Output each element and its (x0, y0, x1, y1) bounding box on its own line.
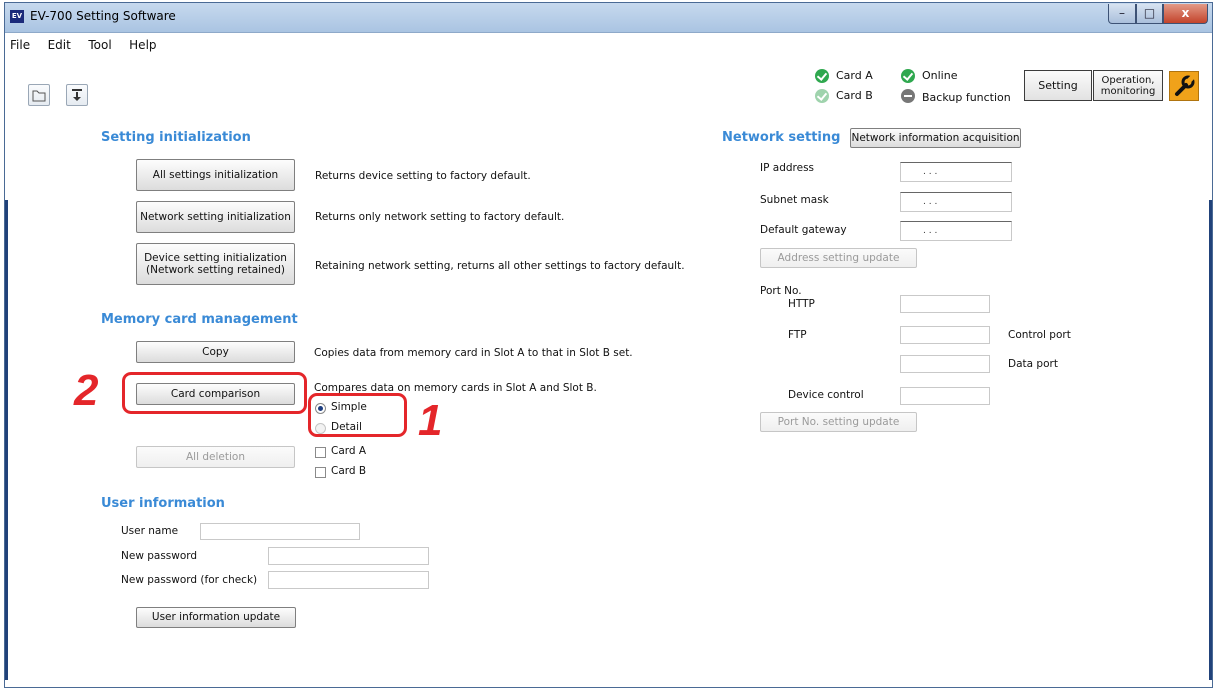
card-b-status-icon (815, 89, 829, 103)
device-init-desc: Retaining network setting, returns all o… (315, 260, 685, 272)
open-folder-button[interactable] (28, 84, 50, 106)
backup-status-label: Backup function (922, 91, 1011, 104)
user-info-update-button[interactable]: User information update (136, 607, 296, 628)
device-control-label: Device control (788, 389, 864, 401)
card-b-checkbox-label: Card B (331, 465, 367, 477)
device-init-button[interactable]: Device setting initialization (Network s… (136, 243, 295, 285)
card-b-checkbox[interactable] (315, 467, 326, 478)
ftp-data-port-input[interactable] (900, 355, 990, 373)
all-deletion-button[interactable]: All deletion (136, 446, 295, 468)
user-name-label: User name (121, 525, 179, 537)
device-init-label-line2: (Network setting retained) (146, 264, 285, 276)
network-setting-title: Network setting (722, 130, 841, 145)
new-password-input[interactable] (268, 547, 429, 565)
device-init-label-line1: Device setting initialization (144, 252, 287, 264)
minimize-button[interactable]: – (1108, 4, 1136, 24)
setting-initialization-title: Setting initialization (101, 130, 251, 145)
port-setting-update-button[interactable]: Port No. setting update (760, 412, 917, 432)
device-control-port-input[interactable] (900, 387, 990, 405)
folder-open-icon (32, 90, 46, 102)
operation-monitoring-button[interactable]: Operation, monitoring (1093, 70, 1163, 101)
menu-bar: File Edit Tool Help (10, 38, 171, 56)
subnet-mask-input[interactable]: . . . (900, 192, 1012, 212)
card-b-status-label: Card B (836, 89, 873, 102)
backup-status-icon (901, 89, 915, 103)
operation-label-line1: Operation, (1101, 75, 1155, 86)
online-status-label: Online (922, 69, 958, 82)
callout-1-number: 1 (418, 396, 443, 445)
network-init-desc: Returns only network setting to factory … (315, 211, 565, 223)
ftp-label: FTP (788, 329, 807, 341)
window-frame-right (1209, 200, 1212, 680)
default-gateway-input[interactable]: . . . (900, 221, 1012, 241)
wrench-icon (1175, 74, 1195, 96)
menu-edit[interactable]: Edit (48, 38, 71, 52)
new-password-label: New password (121, 550, 198, 562)
menu-tool[interactable]: Tool (88, 38, 111, 52)
maintenance-tool-button[interactable] (1169, 71, 1199, 101)
card-a-checkbox[interactable] (315, 447, 326, 458)
title-bar (5, 3, 1212, 33)
network-info-acquisition-button[interactable]: Network information acquisition (850, 128, 1021, 148)
copy-desc: Copies data from memory card in Slot A t… (314, 347, 633, 359)
card-a-checkbox-label: Card A (331, 445, 367, 457)
http-label: HTTP (788, 298, 815, 310)
ip-address-label: IP address (760, 162, 815, 174)
callout-1-highlight (308, 393, 407, 437)
control-port-label: Control port (1008, 329, 1071, 341)
close-button[interactable]: x (1163, 4, 1208, 24)
card-a-status-icon (815, 69, 829, 83)
confirm-password-input[interactable] (268, 571, 429, 589)
menu-help[interactable]: Help (129, 38, 156, 52)
window-frame-left (5, 200, 8, 680)
app-logo-icon: EV (10, 10, 24, 23)
callout-2-highlight (122, 372, 307, 414)
all-settings-init-desc: Returns device setting to factory defaul… (315, 170, 531, 182)
all-settings-init-button[interactable]: All settings initialization (136, 159, 295, 191)
download-button[interactable] (66, 84, 88, 106)
http-port-input[interactable] (900, 295, 990, 313)
subnet-mask-label: Subnet mask (760, 194, 829, 206)
user-name-input[interactable] (200, 523, 360, 540)
port-no-label: Port No. (760, 285, 802, 297)
ip-address-input[interactable]: . . . (900, 162, 1012, 182)
maximize-button[interactable]: □ (1136, 4, 1163, 24)
operation-label-line2: monitoring (1100, 86, 1156, 97)
network-init-button[interactable]: Network setting initialization (136, 201, 295, 233)
confirm-password-label: New password (for check) (121, 574, 258, 586)
card-a-status-label: Card A (836, 69, 873, 82)
user-info-title: User information (101, 496, 225, 511)
data-port-label: Data port (1008, 358, 1058, 370)
default-gateway-label: Default gateway (760, 224, 847, 236)
memory-card-title: Memory card management (101, 312, 298, 327)
copy-button[interactable]: Copy (136, 341, 295, 363)
callout-2-number: 2 (74, 366, 99, 415)
online-status-icon (901, 69, 915, 83)
window-title: EV-700 Setting Software (30, 9, 176, 23)
ftp-control-port-input[interactable] (900, 326, 990, 344)
setting-mode-button[interactable]: Setting (1024, 70, 1092, 101)
download-icon (72, 89, 82, 101)
menu-file[interactable]: File (10, 38, 30, 52)
address-setting-update-button[interactable]: Address setting update (760, 248, 917, 268)
